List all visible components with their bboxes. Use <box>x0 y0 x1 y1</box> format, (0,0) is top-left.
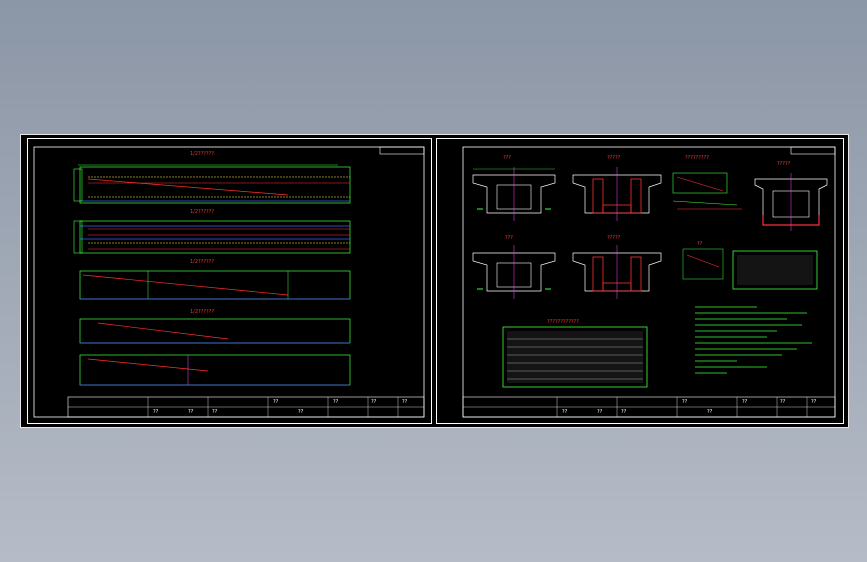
section-title-5: ??? <box>505 235 513 241</box>
title-block-cell: ?? <box>298 409 304 415</box>
title-block-cell: ?? <box>273 399 279 405</box>
table-title: ???????????? <box>547 319 579 325</box>
cad-drawing-canvas[interactable]: 1/2?????? 1/2?????? 1/2?????? 1/2?????? … <box>20 134 849 428</box>
title-block-cell: ?? <box>371 399 377 405</box>
section-title-6: ????? <box>607 235 621 241</box>
section-title-3: ????????? <box>685 155 709 161</box>
right-sheet-graphics <box>462 146 836 418</box>
title-block-cell: ?? <box>682 399 688 405</box>
title-block-cell: ?? <box>780 399 786 405</box>
view-title-2: 1/2?????? <box>190 209 214 215</box>
view-title-3: 1/2?????? <box>190 259 214 265</box>
right-drawing-sheet[interactable]: ??? ????? ????????? ????? ??? ????? ?? ?… <box>436 138 844 424</box>
title-block-cell: ?? <box>811 399 817 405</box>
title-block-cell: ?? <box>212 409 218 415</box>
title-block-cell: ?? <box>402 399 408 405</box>
detail-title: ?? <box>697 241 703 247</box>
title-block-cell: ?? <box>707 409 713 415</box>
title-block-cell: ?? <box>153 409 159 415</box>
view-title-1: 1/2?????? <box>190 151 214 157</box>
left-sheet-graphics <box>33 146 425 418</box>
title-block-cell: ?? <box>562 409 568 415</box>
title-block-cell: ?? <box>188 409 194 415</box>
title-block-cell: ?? <box>333 399 339 405</box>
title-block-cell: ?? <box>742 399 748 405</box>
section-title-2: ????? <box>607 155 621 161</box>
title-block-cell: ?? <box>597 409 603 415</box>
title-block-cell: ?? <box>621 409 627 415</box>
view-title-4: 1/2?????? <box>190 309 214 315</box>
section-title-4: ????? <box>777 161 791 167</box>
left-drawing-sheet[interactable]: 1/2?????? 1/2?????? 1/2?????? 1/2?????? … <box>27 138 432 424</box>
section-title-1: ??? <box>503 155 511 161</box>
